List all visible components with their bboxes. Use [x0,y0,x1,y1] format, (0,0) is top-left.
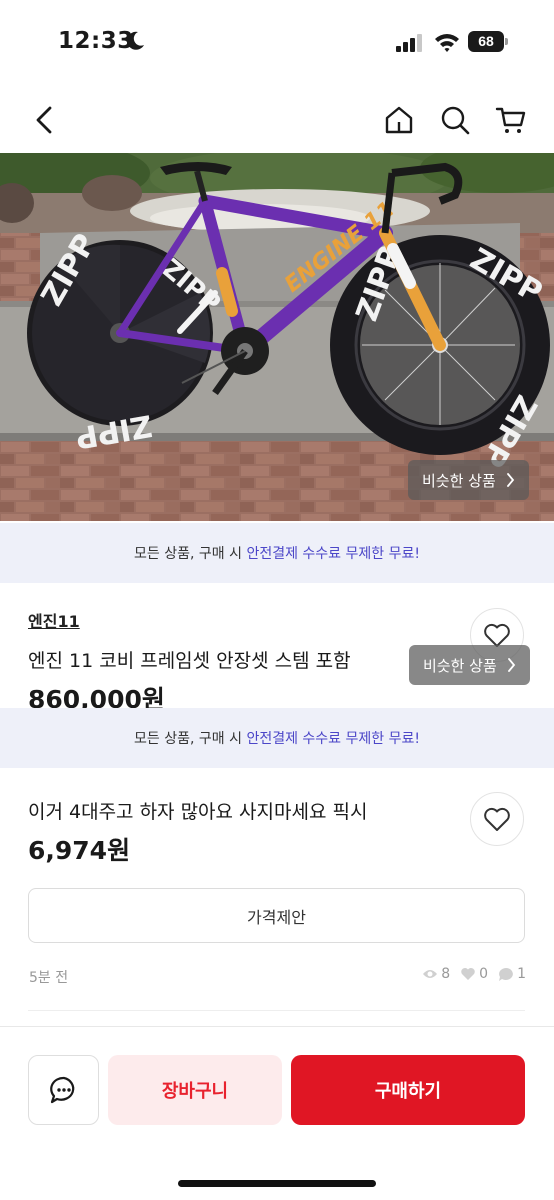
wifi-icon [435,34,459,52]
price-offer-button[interactable]: 가격제안 [28,888,525,943]
chats-stat: 1 [498,966,526,982]
safe-payment-banner-2[interactable]: 모든 상품, 구매 시 안전결제 수수료 무제한 무료! [0,708,554,768]
listing-stats: 8 0 1 [422,966,526,982]
top-nav [0,88,554,152]
product-title-prev: 엔진 11 코비 프레임셋 안장셋 스템 포함 [28,650,351,672]
like-button[interactable] [470,792,524,846]
banner-prefix: 모든 상품, 구매 시 [134,546,247,562]
views-stat: 8 [422,966,450,982]
back-button[interactable] [26,102,62,138]
back-arrow-icon [36,106,52,134]
likes-stat: 0 [460,966,488,982]
product-price-prev: 860,000원 [28,685,165,708]
similar-products-floating[interactable]: 비슷한 상품 [409,645,530,685]
divider [28,1010,525,1011]
home-indicator[interactable] [178,1180,376,1187]
seller-link[interactable]: 엔진11 [28,608,80,632]
eye-icon [423,970,438,978]
add-to-cart-button[interactable]: 장바구니 [108,1055,282,1125]
product-price: 6,974원 [28,836,131,865]
chat-bubble-icon [49,1076,74,1104]
search-icon [441,106,470,135]
bottom-bar-border [0,1026,554,1027]
similar-products-label: 비슷한 상품 [422,471,496,490]
heart-icon [484,807,510,831]
home-icon [385,106,413,134]
likes-count: 0 [479,966,489,982]
chat-small-icon [499,967,513,981]
heart-small-icon [461,968,475,980]
posted-time: 5분 전 [29,970,69,986]
moon-icon [127,31,144,50]
buy-button[interactable]: 구매하기 [291,1055,525,1125]
status-bar: 12:33 68 [0,0,554,84]
search-button[interactable] [437,102,473,138]
chats-count: 1 [517,966,526,982]
views-count: 8 [441,966,451,982]
safe-payment-banner[interactable]: 모든 상품, 구매 시 안전결제 수수료 무제한 무료! [0,523,554,583]
product-title: 이거 4대주고 하자 많아요 사지마세요 픽시 [28,801,368,823]
similar-products-chip[interactable]: 비슷한 상품 [408,460,529,500]
similar-products-floating-label: 비슷한 상품 [423,656,497,675]
cart-button[interactable] [493,102,529,138]
banner-highlight: 안전결제 수수료 무제한 무료! [246,546,420,562]
chevron-right-icon [506,473,514,487]
cart-icon [495,107,526,133]
banner-prefix-2: 모든 상품, 구매 시 [134,731,247,747]
cellular-signal-icon [396,34,422,52]
battery-level: 68 [468,31,504,52]
chat-button[interactable] [28,1055,99,1125]
banner-highlight-2: 안전결제 수수료 무제한 무료! [246,731,420,747]
home-button[interactable] [381,102,417,138]
product-image[interactable]: ZIPP ZIPP ZIPP ZIPP ZIPP ZIPP ENGINE 11 … [0,153,554,521]
chevron-right-icon [507,658,515,672]
battery-icon: 68 [468,31,508,52]
status-time: 12:33 [58,28,134,54]
